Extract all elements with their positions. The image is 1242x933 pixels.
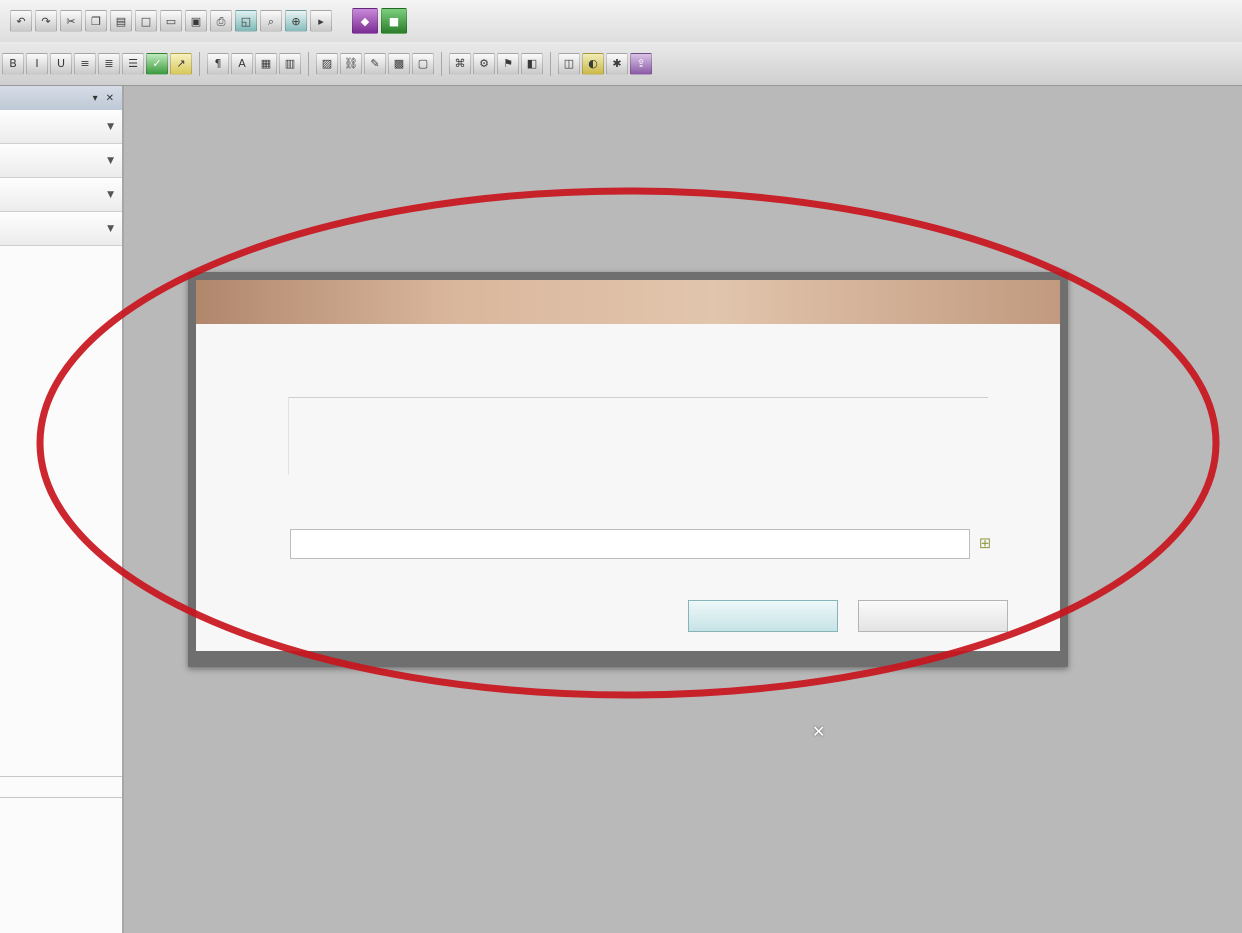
settings-icon[interactable]: ✱ <box>606 52 628 75</box>
chevron-down-icon: ▼ <box>107 155 114 166</box>
pin-icon[interactable]: ▾ <box>93 93 98 104</box>
purple-app-icon[interactable]: ◆ <box>352 8 378 34</box>
export-icon[interactable]: ⇪ <box>630 52 652 75</box>
dialog-body: ⊞ <box>196 324 1060 651</box>
dialog-titlebar[interactable] <box>196 280 1060 324</box>
green-app-icon[interactable]: ■ <box>381 8 407 34</box>
run-icon[interactable]: ▸ <box>310 10 332 32</box>
align-right-icon[interactable]: ☰ <box>122 52 144 75</box>
comment-icon[interactable]: ✎ <box>364 52 386 75</box>
zoom-icon[interactable]: ⊕ <box>285 10 307 32</box>
layout-icon[interactable]: ◫ <box>558 52 580 75</box>
save-icon[interactable]: ▣ <box>185 10 207 32</box>
open-icon[interactable]: ▭ <box>160 10 182 32</box>
preview-icon[interactable]: ◱ <box>235 10 257 32</box>
paste-icon[interactable]: ▤ <box>110 10 132 32</box>
underline-icon[interactable]: U <box>50 52 72 75</box>
input-dialog: ⊞ <box>188 272 1068 667</box>
green-check-icon[interactable]: ✓ <box>146 52 168 75</box>
browse-icon[interactable]: ⊞ <box>974 532 996 554</box>
toolbar-divider <box>550 51 551 76</box>
mouse-cursor-icon: ✕ <box>812 722 826 741</box>
redo-icon[interactable]: ↷ <box>35 10 57 32</box>
side-panel-row[interactable]: ▼ <box>0 144 122 178</box>
bold-icon[interactable]: B <box>2 52 24 75</box>
toolbar-second: B I U ≡ ≣ ☰ ✓ ↗ ¶ A ▦ ▥ ▨ ⛓ ✎ ▩ ▢ ⌘ ⚙ ⚑ … <box>0 42 1242 86</box>
readonly-text-box <box>288 397 988 475</box>
yellow-arrow-icon[interactable]: ↗ <box>170 52 192 75</box>
color-icon[interactable]: ◐ <box>582 52 604 75</box>
toolbar-divider <box>199 51 200 76</box>
debug-icon[interactable]: ⚑ <box>497 52 519 75</box>
toolbar-top: ↶ ↷ ✂ ❐ ▤ □ ▭ ▣ ⎙ ◱ ⌕ ⊕ ▸ ◆ ■ <box>0 0 1242 42</box>
table-icon[interactable]: ▦ <box>255 52 277 75</box>
chevron-down-icon: ▼ <box>107 189 114 200</box>
undo-icon[interactable]: ↶ <box>10 10 32 32</box>
new-icon[interactable]: □ <box>135 10 157 32</box>
side-panel-row[interactable]: ▼ <box>0 212 122 246</box>
toolbar-divider <box>308 51 309 76</box>
copy-icon[interactable]: ❐ <box>85 10 107 32</box>
ok-button[interactable] <box>688 600 838 632</box>
view-icon[interactable]: ◧ <box>521 52 543 75</box>
close-icon[interactable]: ✕ <box>106 93 114 104</box>
chevron-down-icon: ▼ <box>107 121 114 132</box>
chart-icon[interactable]: ▥ <box>279 52 301 75</box>
side-panel-row[interactable]: ▼ <box>0 178 122 212</box>
italic-icon[interactable]: I <box>26 52 48 75</box>
side-panel-row[interactable]: ▼ <box>0 110 122 144</box>
value-input[interactable] <box>290 529 970 559</box>
field-icon[interactable]: ▢ <box>412 52 434 75</box>
grid-icon[interactable]: ▩ <box>388 52 410 75</box>
format-icon[interactable]: ¶ <box>207 52 229 75</box>
chevron-down-icon: ▼ <box>107 223 114 234</box>
cancel-button[interactable] <box>858 600 1008 632</box>
print-icon[interactable]: ⎙ <box>210 10 232 32</box>
font-icon[interactable]: A <box>231 52 253 75</box>
side-panel-divider <box>0 776 122 798</box>
side-panel: ▾ ✕ ▼ ▼ ▼ ▼ <box>0 86 124 933</box>
link-icon[interactable]: ⛓ <box>340 52 362 75</box>
toolbar-divider <box>441 51 442 76</box>
align-center-icon[interactable]: ≣ <box>98 52 120 75</box>
find-icon[interactable]: ⌕ <box>260 10 282 32</box>
script-icon[interactable]: ⌘ <box>449 52 471 75</box>
image-icon[interactable]: ▨ <box>316 52 338 75</box>
align-left-icon[interactable]: ≡ <box>74 52 96 75</box>
macro-icon[interactable]: ⚙ <box>473 52 495 75</box>
cut-icon[interactable]: ✂ <box>60 10 82 32</box>
side-panel-header: ▾ ✕ <box>0 86 122 110</box>
